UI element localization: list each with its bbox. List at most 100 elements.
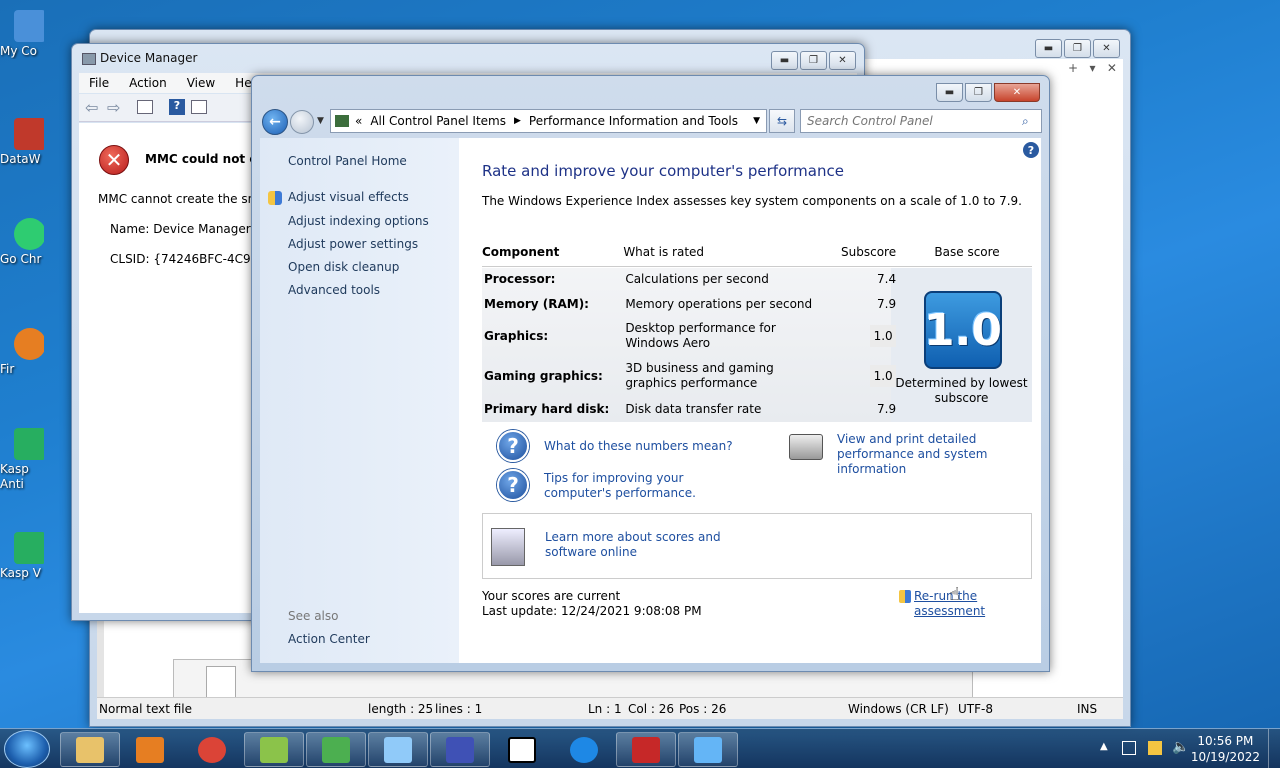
console-tree-icon[interactable] <box>137 100 153 114</box>
minimize-button[interactable]: ▬ <box>936 83 963 102</box>
notepad-plus-icon <box>260 736 288 763</box>
help-icon[interactable]: ? <box>1023 142 1039 158</box>
desktop-icon-dataw[interactable]: DataW <box>0 118 44 167</box>
maximize-button[interactable]: ❐ <box>965 83 992 102</box>
toolbox-icon <box>632 736 660 763</box>
perf-body: Control Panel Home Adjust visual effects… <box>260 138 1041 663</box>
learn-more-box: Learn more about scores and software onl… <box>482 513 1032 579</box>
breadcrumb-current[interactable]: Performance Information and Tools <box>529 114 738 128</box>
media-player-icon <box>136 736 164 763</box>
start-button[interactable] <box>4 730 50 768</box>
printer-icon <box>789 434 823 460</box>
breadcrumb-separator-icon[interactable]: ▶ <box>514 116 521 126</box>
firefox-icon <box>14 328 44 360</box>
taskbar-media-player[interactable] <box>120 732 180 767</box>
taskbar-ruler-app[interactable] <box>368 732 428 767</box>
taskbar-internet-explorer[interactable] <box>554 732 614 767</box>
taskbar-7zip[interactable] <box>492 732 552 767</box>
taskbar-frog-app[interactable] <box>306 732 366 767</box>
status-bar: Normal text file length : 25 lines : 1 L… <box>97 697 1123 719</box>
menu-view[interactable]: View <box>187 76 215 90</box>
see-also-heading: See also <box>288 609 339 623</box>
last-update-text: Last update: 12/24/2021 9:08:08 PM <box>482 604 702 618</box>
menu-action[interactable]: Action <box>129 76 167 90</box>
minimize-button[interactable]: ▬ <box>1035 39 1062 58</box>
rerun-assessment-link[interactable]: Re-run the assessment <box>914 589 1041 619</box>
row-component: Graphics: <box>484 329 549 343</box>
taskbar-info-app[interactable] <box>430 732 490 767</box>
close-button[interactable]: ✕ <box>829 51 856 70</box>
breadcrumb-overflow[interactable]: « <box>355 114 362 128</box>
frog-icon <box>322 736 350 763</box>
error-text: MMC cannot create the snap <box>98 192 271 206</box>
refresh-button[interactable]: ⇆ <box>769 109 795 133</box>
bg-caption-buttons: ▬ ❐ ✕ <box>1033 39 1120 58</box>
search-box[interactable]: ⌕ <box>800 109 1042 133</box>
open-disk-cleanup-link[interactable]: Open disk cleanup <box>288 260 399 274</box>
recent-pages-dropdown[interactable]: ▼ <box>317 116 324 126</box>
forward-arrow-icon[interactable]: ⇨ <box>107 98 120 117</box>
show-hidden-icons-button[interactable]: ▲ <box>1100 741 1108 752</box>
row-component: Primary hard disk: <box>484 401 610 416</box>
volume-icon[interactable]: 🔈 <box>1172 739 1189 755</box>
forward-button[interactable] <box>290 110 314 134</box>
close-button[interactable]: ✕ <box>1093 39 1120 58</box>
advanced-tools-link[interactable]: Advanced tools <box>288 283 380 297</box>
maximize-button[interactable]: ❐ <box>1064 39 1091 58</box>
status-lines: lines : 1 <box>435 702 483 716</box>
what-numbers-mean-link[interactable]: What do these numbers mean? <box>544 439 733 454</box>
header-subscore: Subscore <box>817 236 905 267</box>
network-icon[interactable] <box>1122 741 1136 755</box>
close-button[interactable]: ✕ <box>994 83 1040 102</box>
adjust-indexing-options-link[interactable]: Adjust indexing options <box>288 214 429 228</box>
status-mode: INS <box>1077 702 1098 716</box>
error-icon: ✕ <box>99 145 129 175</box>
action-center-link[interactable]: Action Center <box>288 632 370 646</box>
bg-tab-controls[interactable]: + ▾ ✕ <box>1068 61 1117 75</box>
desktop-icon-chrome[interactable]: Go Chr <box>0 218 44 267</box>
back-arrow-icon[interactable]: ⇦ <box>85 98 98 117</box>
info-icon <box>446 736 474 763</box>
address-bar[interactable]: « All Control Panel Items ▶ Performance … <box>330 109 767 133</box>
row-component: Processor: <box>484 271 556 286</box>
search-icon[interactable]: ⌕ <box>1022 114 1029 129</box>
back-button[interactable]: ← <box>262 109 288 135</box>
action-center-flag-icon[interactable] <box>1148 741 1162 755</box>
desktop-icon-kaspersky-v[interactable]: Kasp V <box>0 532 44 581</box>
taskbar-notepad-plus[interactable] <box>244 732 304 767</box>
view-print-details-link[interactable]: View and print detailed performance and … <box>837 432 1037 477</box>
status-eol: Windows (CR LF) <box>848 702 949 716</box>
search-input[interactable] <box>807 114 1022 128</box>
clock[interactable]: 10:56 PM 10/19/2022 <box>1191 733 1260 765</box>
clock-date: 10/19/2022 <box>1190 750 1260 764</box>
address-dropdown-icon[interactable]: ▼ <box>753 116 760 126</box>
taskbar-control-panel[interactable] <box>678 732 738 767</box>
internet-explorer-icon <box>570 736 598 763</box>
minimize-button[interactable]: ▬ <box>771 51 798 70</box>
menu-file[interactable]: File <box>89 76 109 90</box>
row-rated: Disk data transfer rate <box>625 401 762 416</box>
learn-more-link[interactable]: Learn more about scores and software onl… <box>545 530 755 560</box>
help-icon[interactable]: ? <box>169 99 185 115</box>
adjust-visual-effects-link[interactable]: Adjust visual effects <box>288 190 409 204</box>
maximize-button[interactable]: ❐ <box>800 51 827 70</box>
ruler-icon <box>384 736 412 763</box>
taskbar-chrome[interactable] <box>182 732 242 767</box>
properties-icon[interactable] <box>191 100 207 114</box>
tips-improving-link[interactable]: Tips for improving your computer's perfo… <box>544 471 754 501</box>
control-panel-home-link[interactable]: Control Panel Home <box>288 154 407 168</box>
show-desktop-button[interactable] <box>1268 729 1280 768</box>
breadcrumb-all-items[interactable]: All Control Panel Items <box>370 114 506 128</box>
row-rated: Memory operations per second <box>625 296 813 311</box>
adjust-power-settings-link[interactable]: Adjust power settings <box>288 237 418 251</box>
question-icon: ? <box>497 430 529 462</box>
desktop-icon-my-computer[interactable]: My Co <box>0 10 44 59</box>
status-pos: Pos : 26 <box>679 702 727 716</box>
page-title: Rate and improve your computer's perform… <box>482 162 844 180</box>
row-rated: Desktop performance for Windows Aero <box>625 321 776 350</box>
taskbar-toolbox[interactable] <box>616 732 676 767</box>
desktop-icon-firefox[interactable]: Fir <box>0 328 44 377</box>
taskbar-file-explorer[interactable] <box>60 732 120 767</box>
desktop-icon-kaspersky-anti[interactable]: Kasp Anti <box>0 428 44 492</box>
performance-window[interactable]: ▬ ❐ ✕ ← ▼ « All Control Panel Items ▶ Pe… <box>251 75 1050 672</box>
